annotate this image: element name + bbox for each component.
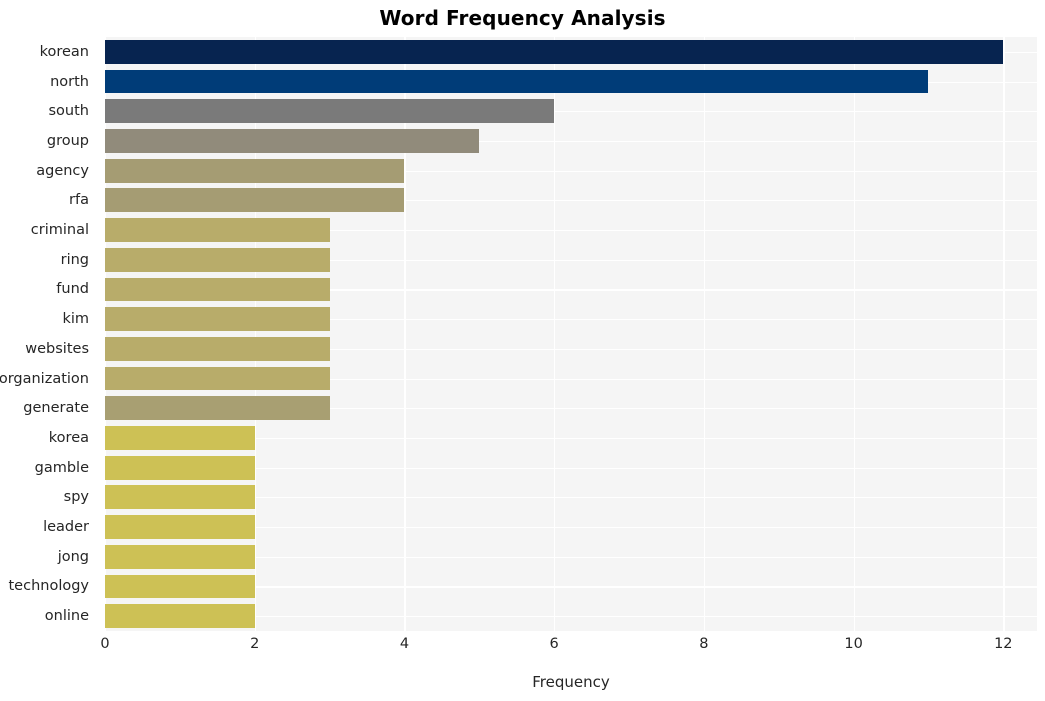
y-tick-north: north (50, 73, 89, 90)
y-tick-online: online (44, 608, 89, 625)
x-tick-12: 12 (994, 636, 1013, 652)
y-tick-rfa: rfa (69, 192, 89, 209)
y-tick-group: group (46, 132, 89, 149)
bar-spy (105, 485, 255, 510)
chart-figure: Word Frequency Analysis korean north south… (0, 0, 1045, 701)
bar-group (105, 129, 480, 153)
y-tick-agency: agency (36, 162, 89, 179)
gridline-vertical (853, 37, 855, 631)
bar-north (105, 69, 929, 94)
y-tick-south: south (48, 103, 90, 120)
x-axis-title: Frequency (532, 673, 610, 691)
gridline-vertical (254, 37, 256, 631)
bar-ring (105, 247, 330, 272)
x-tick-10: 10 (844, 636, 863, 652)
y-tick-ring: ring (60, 251, 89, 268)
x-tick-4: 4 (399, 636, 410, 652)
y-tick-kim: kim (62, 311, 89, 328)
x-tick-8: 8 (699, 636, 709, 652)
bar-websites (105, 336, 330, 361)
y-tick-korea: korea (48, 429, 89, 446)
gridline-vertical (554, 37, 556, 631)
bar-korean (105, 39, 1004, 64)
chart-title: Word Frequency Analysis (379, 6, 666, 30)
y-tick-organization: organization (0, 370, 89, 387)
x-axis-tick-labels: 0 2 4 6 8 10 12 (100, 636, 1037, 658)
y-tick-korean: korean (39, 43, 89, 60)
bar-jong (105, 544, 255, 569)
plot-area (105, 37, 1037, 631)
y-axis-tick-labels: korean north south group agency rfa criminal ri… (0, 37, 97, 631)
bar-rfa (105, 188, 405, 213)
bar-fund (105, 277, 330, 302)
y-tick-leader: leader (43, 519, 89, 536)
x-tick-0: 0 (100, 636, 110, 652)
bar-criminal (105, 218, 330, 242)
bar-south (105, 99, 555, 124)
y-tick-technology: technology (8, 578, 89, 595)
gridline-vertical (404, 37, 406, 631)
gridline-vertical (1003, 37, 1005, 631)
bar-technology (105, 574, 255, 599)
y-tick-websites: websites (25, 340, 89, 357)
y-tick-generate: generate (23, 400, 89, 417)
y-tick-fund: fund (56, 281, 89, 298)
bar-organization (105, 366, 330, 391)
y-tick-gamble: gamble (34, 459, 89, 476)
gridline-vertical (105, 37, 107, 631)
bar-leader (105, 515, 255, 539)
bar-online (105, 604, 255, 629)
y-tick-spy: spy (63, 489, 89, 506)
x-tick-6: 6 (549, 636, 559, 652)
bar-generate (105, 396, 330, 421)
gridline-vertical (703, 37, 706, 631)
bar-agency (105, 158, 405, 183)
x-tick-2: 2 (250, 636, 260, 652)
y-tick-jong: jong (57, 548, 89, 565)
bar-kim (105, 307, 330, 332)
bar-gamble (105, 455, 255, 480)
y-tick-criminal: criminal (30, 222, 89, 239)
bar-korea (105, 426, 255, 450)
